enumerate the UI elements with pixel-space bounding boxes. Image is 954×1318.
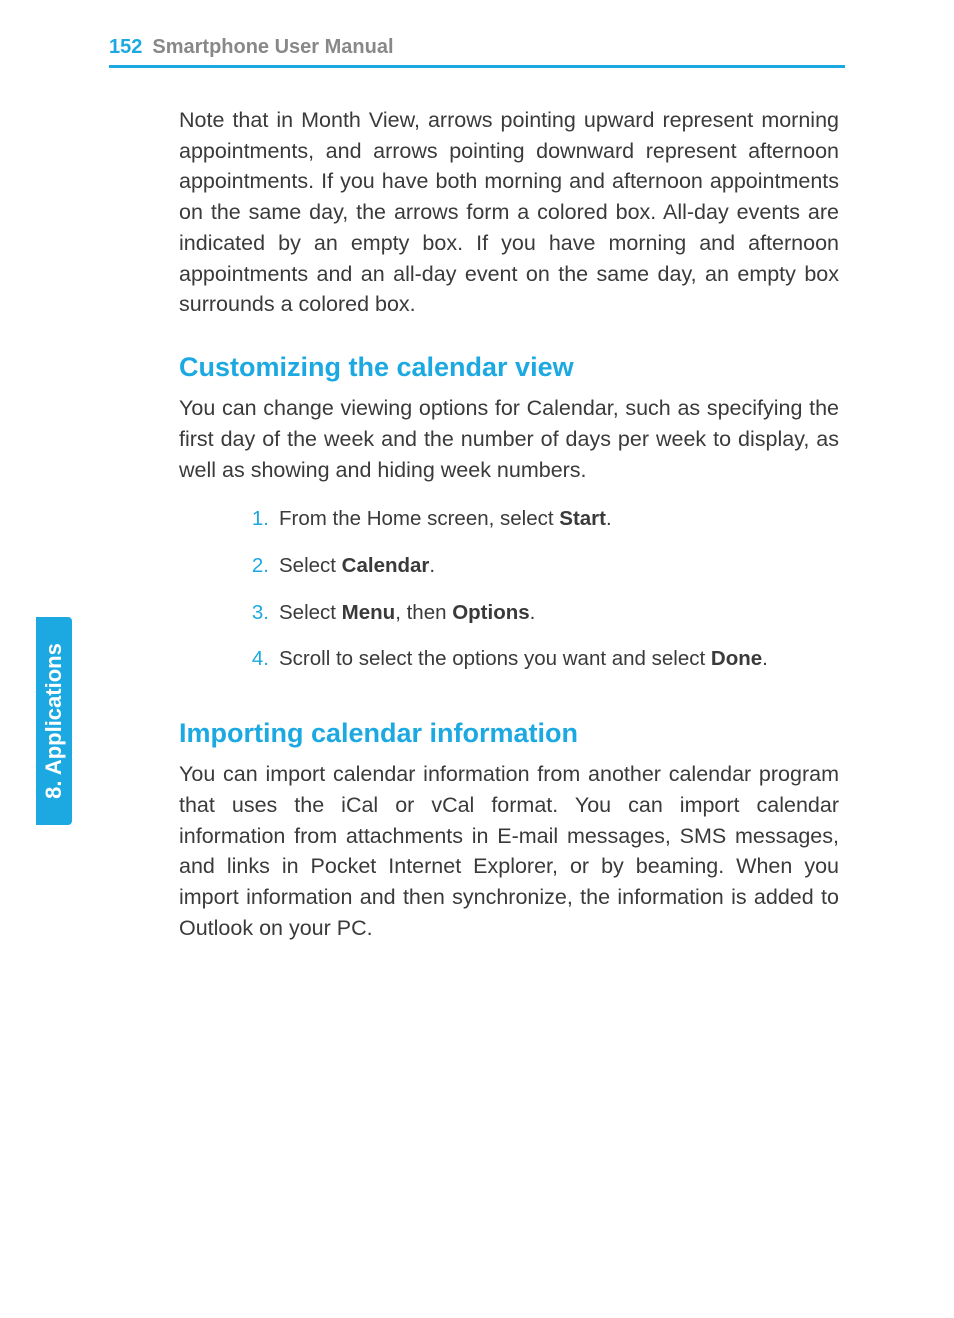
chapter-number: 8. [41, 775, 66, 799]
section-heading-customizing: Customizing the calendar view [179, 352, 839, 383]
section2-paragraph: You can import calendar information from… [179, 759, 839, 943]
list-item: 3. Select Menu, then Options. [249, 599, 839, 628]
page-header: 152 Smartphone User Manual [109, 36, 845, 68]
manual-title: Smartphone User Manual [152, 36, 393, 59]
section1-paragraph: You can change viewing options for Calen… [179, 393, 839, 485]
section-heading-importing: Importing calendar information [179, 718, 839, 749]
step-number: 2. [249, 552, 269, 581]
list-item: 4. Scroll to select the options you want… [249, 645, 839, 674]
chapter-tab-label: 8. Applications [41, 643, 67, 799]
step-number: 3. [249, 599, 269, 628]
page-number: 152 [109, 36, 142, 59]
chapter-name: Applications [41, 643, 66, 775]
step-text: Select Menu, then Options. [279, 599, 535, 628]
step-number: 4. [249, 645, 269, 674]
step-text: Scroll to select the options you want an… [279, 645, 768, 674]
intro-paragraph: Note that in Month View, arrows pointing… [179, 105, 839, 320]
list-item: 2. Select Calendar. [249, 552, 839, 581]
chapter-tab: 8. Applications [36, 617, 72, 825]
step-number: 1. [249, 505, 269, 534]
steps-list: 1. From the Home screen, select Start. 2… [179, 505, 839, 674]
list-item: 1. From the Home screen, select Start. [249, 505, 839, 534]
step-text: From the Home screen, select Start. [279, 505, 612, 534]
step-text: Select Calendar. [279, 552, 435, 581]
page-content: Note that in Month View, arrows pointing… [179, 105, 839, 976]
